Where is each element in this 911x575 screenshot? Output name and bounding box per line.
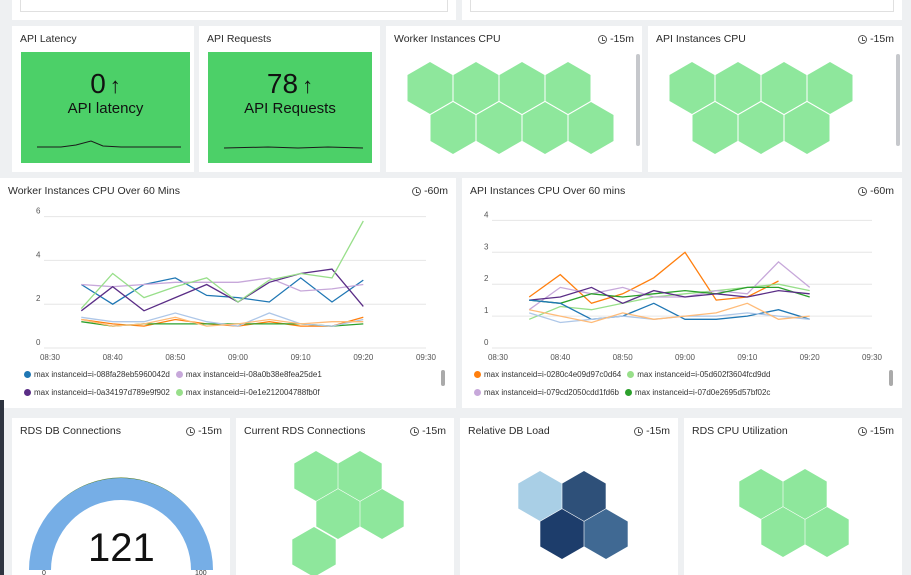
x-tick-label: 09:10 <box>737 353 758 362</box>
legend-swatch <box>175 389 183 396</box>
api-latency-panel[interactable]: API Latency 0 ↑ API latency <box>12 26 194 172</box>
x-tick-label: 09:30 <box>416 353 437 362</box>
legend-row: max instanceid=i-088fa28eb5960042d max i… <box>24 370 322 379</box>
worker-cpu-60-chart: 0 2 4 6 08:30 08:40 08:50 09:00 09:10 09:20 09:30 <box>36 207 437 362</box>
x-tick-label: 09:00 <box>228 353 249 362</box>
x-tick-label: 09:20 <box>800 353 821 362</box>
worker-cpu-panel[interactable]: Worker Instances CPU -15m <box>386 26 642 172</box>
worker-cpu-60-panel[interactable]: Worker Instances CPU Over 60 Mins -60m 0… <box>0 178 456 408</box>
series-line[interactable] <box>81 277 364 292</box>
relative-db-load-honeycomb <box>518 471 628 559</box>
legend-row: max instanceid=i-079cd2050cdd1fd6b max i… <box>474 388 770 397</box>
legend-swatch <box>474 389 481 396</box>
relative-db-load-panel[interactable]: Relative DB Load -15m <box>460 418 678 575</box>
panel-title: API Latency <box>20 33 77 45</box>
y-tick-label: 3 <box>484 242 489 251</box>
top-panel-right-inner <box>470 0 894 12</box>
legend-item[interactable]: max instanceid=i-05d602f3604fcd9dd <box>627 370 770 379</box>
rds-cpu-honeycomb <box>739 469 849 557</box>
y-tick-label: 2 <box>36 294 41 303</box>
x-tick-label: 08:30 <box>488 353 509 362</box>
api-cpu-60-panel[interactable]: API Instances CPU Over 60 mins -60m 0123… <box>462 178 902 408</box>
left-edge-strip <box>0 400 4 575</box>
legend: max instanceid=i-0280c4e09d97c0d64 max i… <box>474 370 770 406</box>
legend-label: max instanceid=i-0a34197d789e9f902 <box>34 388 170 397</box>
legend-label: max instanceid=i-079cd2050cdd1fd6b <box>484 388 619 397</box>
rds-cpu-panel[interactable]: RDS CPU Utilization -15m <box>684 418 902 575</box>
y-tick-label: 0 <box>36 338 41 347</box>
legend-item[interactable]: max instanceid=i-0280c4e09d97c0d64 <box>474 370 621 379</box>
legend: max instanceid=i-088fa28eb5960042d max i… <box>24 370 322 406</box>
x-tick-label: 09:10 <box>291 353 312 362</box>
x-tick-label: 08:30 <box>40 353 61 362</box>
api-requests-sparkline <box>223 146 364 149</box>
legend-swatch <box>627 371 635 378</box>
worker-cpu-honeycomb <box>407 62 614 154</box>
x-tick-label: 09:30 <box>862 353 883 362</box>
rds-connections-panel[interactable]: RDS DB Connections -15m 121 0 100 <box>12 418 230 575</box>
legend-scrollbar[interactable] <box>889 370 893 386</box>
legend-scrollbar[interactable] <box>441 370 445 386</box>
panel-title: API Requests <box>207 33 272 45</box>
x-tick-label: 08:40 <box>103 353 124 362</box>
y-tick-label: 2 <box>484 274 489 283</box>
hexagon-cell[interactable] <box>292 527 336 575</box>
api-cpu-honeycomb <box>669 62 853 154</box>
legend-item[interactable]: max instanceid=i-0a34197d789e9f902 <box>24 388 170 397</box>
api-latency-value-box: 0 ↑ API latency <box>21 52 190 163</box>
x-tick-label: 08:50 <box>165 353 186 362</box>
legend-label: max instanceid=i-07d0e2695d57bf02c <box>634 388 771 397</box>
legend-item[interactable]: max instanceid=i-079cd2050cdd1fd6b <box>474 388 619 397</box>
api-requests-value-box: 78 ↑ API Requests <box>208 52 372 163</box>
legend-label: max instanceid=i-0e1e212004788fb0f <box>185 388 320 397</box>
legend-swatch <box>624 389 632 396</box>
legend-item[interactable]: max instanceid=i-0e1e212004788fb0f <box>175 388 320 397</box>
x-tick-label: 09:00 <box>675 353 696 362</box>
gauge-max-label: 100 <box>195 570 207 575</box>
top-panel-left-inner <box>20 0 448 12</box>
y-tick-label: 1 <box>484 306 489 315</box>
api-latency-sparkline <box>37 140 181 148</box>
current-rds-panel[interactable]: Current RDS Connections -15m <box>236 418 454 575</box>
top-panel-right <box>462 0 902 20</box>
scrollbar[interactable] <box>636 54 640 146</box>
x-tick-label: 08:50 <box>613 353 634 362</box>
y-tick-label: 6 <box>36 207 41 216</box>
current-rds-honeycomb <box>292 451 404 575</box>
legend-label: max instanceid=i-0280c4e09d97c0d64 <box>484 370 622 379</box>
y-tick-label: 4 <box>36 250 41 259</box>
legend-label: max instanceid=i-08a0b38e8fea25de1 <box>185 370 322 379</box>
api-cpu-60-chart: 0 1 2 3 4 08:30 08:40 08:50 09:00 09:10 09:20 09:30 <box>484 210 883 362</box>
scrollbar[interactable] <box>896 54 900 146</box>
gauge-min-label: 0 <box>42 570 46 575</box>
top-panel-left <box>12 0 456 20</box>
legend-label: max instanceid=i-088fa28eb5960042d <box>34 370 170 379</box>
legend-swatch <box>24 371 31 378</box>
legend-item[interactable]: max instanceid=i-07d0e2695d57bf02c <box>624 388 771 397</box>
series-line[interactable] <box>529 302 810 324</box>
gauge-value: 121 <box>88 526 155 570</box>
legend-item[interactable]: max instanceid=i-08a0b38e8fea25de1 <box>175 370 322 379</box>
legend-row: max instanceid=i-0a34197d789e9f902 max i… <box>24 388 322 397</box>
legend-label: max instanceid=i-05d602f3604fcd9dd <box>637 370 771 379</box>
api-requests-panel[interactable]: API Requests 78 ↑ API Requests <box>199 26 380 172</box>
legend-swatch <box>175 371 183 378</box>
legend-swatch <box>474 371 481 378</box>
api-cpu-panel[interactable]: API Instances CPU -15m <box>648 26 902 172</box>
legend-row: max instanceid=i-0280c4e09d97c0d64 max i… <box>474 370 770 379</box>
x-tick-label: 08:40 <box>550 353 571 362</box>
legend-swatch <box>24 389 31 396</box>
y-tick-label: 4 <box>484 210 489 219</box>
legend-item[interactable]: max instanceid=i-088fa28eb5960042d <box>24 370 170 379</box>
x-tick-label: 09:20 <box>353 353 374 362</box>
y-tick-label: 0 <box>484 338 489 347</box>
